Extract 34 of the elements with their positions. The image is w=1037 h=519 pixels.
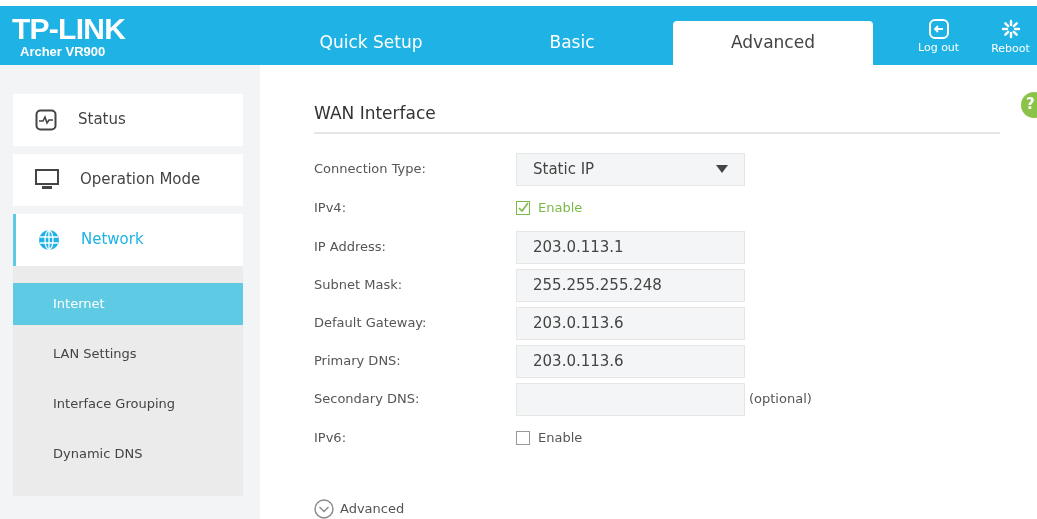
- brand-logo: TP-LINK: [12, 14, 126, 45]
- globe-icon: [38, 228, 60, 251]
- sidebar-item[interactable]: Operation Mode: [13, 153, 243, 206]
- enable-checkbox[interactable]: Enable: [516, 428, 583, 448]
- monitor-icon: [35, 168, 59, 191]
- dropdown-caret-icon: [716, 165, 728, 173]
- submenu-item[interactable]: Interface Grouping: [13, 382, 243, 425]
- field-label: Primary DNS:: [314, 352, 402, 371]
- submenu-item[interactable]: Dynamic DNS: [13, 432, 243, 475]
- field-label: Default Gateway:: [314, 314, 428, 333]
- text-field[interactable]: 255.255.255.248: [516, 268, 745, 302]
- field-label: IPv6:: [314, 429, 348, 448]
- field-label: Subnet Mask:: [314, 276, 404, 295]
- text-field[interactable]: 203.0.113.1: [516, 230, 745, 264]
- field-label: IP Address:: [314, 238, 387, 257]
- logout-icon: [927, 19, 950, 40]
- submenu-item[interactable]: LAN Settings: [13, 332, 243, 375]
- text-field[interactable]: 203.0.113.6: [516, 344, 745, 378]
- field-label: IPv4:: [314, 199, 348, 218]
- activity-icon: [35, 108, 57, 131]
- section-title: WAN Interface: [314, 100, 1000, 134]
- chevron-down-icon: [314, 499, 334, 519]
- nav-tab[interactable]: Advanced: [673, 20, 873, 65]
- spinner-icon: [999, 18, 1022, 41]
- optional-note: (optional): [749, 390, 812, 409]
- field-label: Secondary DNS:: [314, 390, 421, 409]
- model-name: Archer VR900: [19, 44, 106, 61]
- advanced-toggle[interactable]: Advanced: [314, 499, 405, 519]
- connection-type-dropdown[interactable]: Static IP: [516, 152, 745, 186]
- checkmark-icon: [517, 202, 529, 214]
- field-label: Connection Type:: [314, 160, 427, 179]
- sidebar-item[interactable]: Status: [13, 93, 243, 146]
- text-field[interactable]: [516, 382, 745, 416]
- text-field[interactable]: 203.0.113.6: [516, 306, 745, 340]
